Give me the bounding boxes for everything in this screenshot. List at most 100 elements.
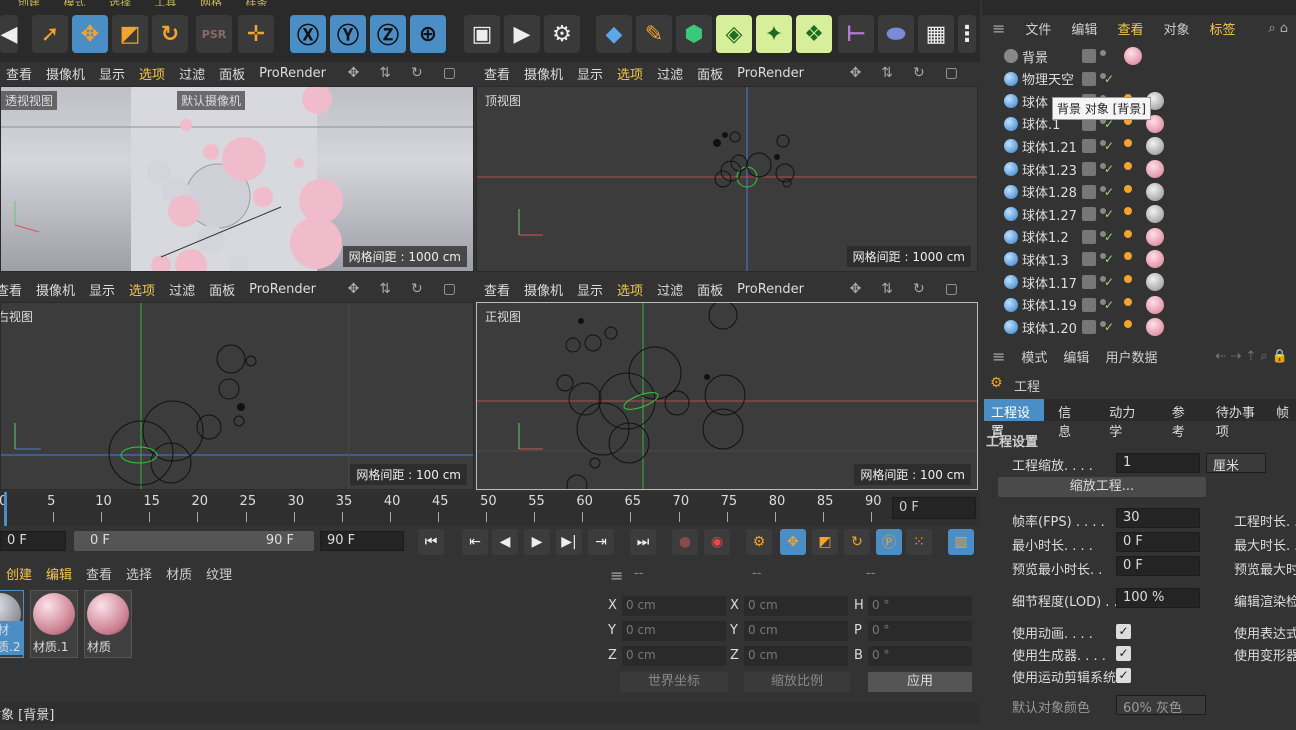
material-tag-icon[interactable] [1146, 250, 1164, 269]
vp-menu-panel[interactable]: 面板 [697, 280, 723, 299]
vp-menu-view[interactable]: 查看 [484, 64, 510, 83]
generator-icon[interactable]: ✦ [756, 15, 792, 53]
enabled-check-icon[interactable]: ✓ [1104, 162, 1114, 176]
tab-dynamics[interactable]: 动力学 [1095, 399, 1158, 440]
object-row[interactable]: 物理天空 ✓ [982, 68, 1296, 90]
zoom-icon[interactable]: ⇅ [379, 65, 391, 81]
viewport-perspective[interactable]: 透视视图 默认摄像机 网格间距 : 1000 cm [0, 86, 474, 272]
preview-min-field[interactable]: 0 F [1116, 556, 1200, 576]
vp-menu-prorender[interactable]: ProRender [737, 66, 804, 81]
mat-menu-create[interactable]: 创建 [6, 564, 32, 583]
vp-menu-view[interactable]: 查看 [6, 64, 32, 83]
menu-create[interactable]: 创建 [18, 0, 40, 6]
scale-project-button[interactable]: 缩放工程... [998, 477, 1206, 497]
coord-value-field[interactable]: 0 cm [622, 621, 726, 641]
vp-menu-prorender[interactable]: ProRender [737, 282, 804, 297]
hamburger-icon[interactable]: ≡ [992, 19, 1005, 38]
layer-icon[interactable] [1082, 252, 1096, 267]
prev-key-icon[interactable]: ⇤ [462, 529, 488, 555]
mat-menu-material[interactable]: 材质 [166, 564, 192, 583]
vp-menu-options[interactable]: 选项 [139, 64, 165, 83]
pan-icon[interactable]: ✥ [850, 281, 862, 297]
layer-icon[interactable] [1082, 229, 1096, 244]
key-position-icon[interactable]: ✥ [780, 529, 806, 555]
menu-select[interactable]: 选择 [109, 0, 131, 6]
goto-start-icon[interactable]: ⏮ [418, 529, 444, 555]
coord-value-field[interactable]: 0 ° [868, 596, 972, 616]
coord-value-field[interactable]: 0 cm [744, 621, 848, 641]
vp-menu-panel[interactable]: 面板 [697, 64, 723, 83]
layer-icon[interactable] [1082, 71, 1096, 86]
min-time-field[interactable]: 0 F [1116, 532, 1200, 552]
layer-icon[interactable] [1082, 207, 1096, 222]
floor-icon[interactable]: ▦ [918, 15, 954, 53]
key-pla-icon[interactable]: ⁙ [906, 529, 932, 555]
maximize-icon[interactable]: ▢ [443, 65, 456, 81]
undo-icon[interactable]: ◀ [0, 15, 18, 53]
om-menu-file[interactable]: 文件 [1025, 19, 1051, 38]
coord-value-field[interactable]: 0 cm [744, 596, 848, 616]
object-row[interactable]: 球体1.20 ✓ [982, 316, 1296, 338]
x-axis-icon[interactable]: Ⓧ [290, 15, 326, 53]
scale-tool-icon[interactable]: ◩ [112, 15, 148, 53]
orbit-icon[interactable]: ↻ [913, 65, 925, 81]
cloner-icon[interactable]: ◈ [716, 15, 752, 53]
enabled-check-icon[interactable]: ✓ [1104, 275, 1114, 289]
layer-icon[interactable] [1082, 49, 1096, 63]
vp-menu-camera[interactable]: 摄像机 [46, 64, 85, 83]
use-animation-checkbox[interactable]: ✓ [1116, 624, 1131, 639]
nav-arrows-icon[interactable]: ⇠ ⇢ ⇡ ⌕ 🔒 [1215, 349, 1296, 364]
phong-tag-icon[interactable] [1124, 297, 1132, 306]
fps-field[interactable]: 30 [1116, 508, 1200, 528]
material-tag-icon[interactable] [1124, 47, 1142, 65]
tab-project-settings[interactable]: 工程设置 [984, 399, 1045, 440]
coord-value-field[interactable]: 0 cm [744, 646, 848, 666]
current-frame-field[interactable]: 0 F [892, 497, 976, 519]
object-row[interactable]: 背景 [982, 45, 1296, 67]
vp-menu-prorender[interactable]: ProRender [249, 282, 316, 297]
phong-tag-icon[interactable] [1124, 184, 1132, 193]
coord-value-field[interactable]: 0 ° [868, 646, 972, 666]
om-menu-edit[interactable]: 编辑 [1071, 19, 1097, 38]
default-color-dropdown[interactable]: 60% 灰色 [1116, 695, 1206, 716]
am-menu-mode[interactable]: 模式 [1021, 347, 1047, 366]
psr-icon[interactable]: PSR [196, 15, 232, 53]
menu-spline[interactable]: 样条 [246, 0, 268, 6]
lod-field[interactable]: 100 % [1116, 588, 1200, 608]
menu-mode[interactable]: 模式 [64, 0, 86, 6]
layer-icon[interactable] [1082, 275, 1096, 289]
mat-menu-select[interactable]: 选择 [126, 564, 152, 583]
timeline-window-icon[interactable]: ▥ [948, 529, 974, 555]
material-tag-icon[interactable] [1146, 295, 1164, 314]
vp-menu-display[interactable]: 显示 [577, 64, 603, 83]
tab-reference[interactable]: 参考 [1158, 399, 1209, 440]
material-swatch[interactable]: 材质 [84, 590, 132, 658]
layer-icon[interactable] [1082, 297, 1096, 312]
tab-frame[interactable]: 帧 [1269, 399, 1296, 421]
material-tag-icon[interactable] [1146, 137, 1164, 156]
vp-menu-display[interactable]: 显示 [89, 280, 115, 299]
next-key-icon[interactable]: ⇥ [588, 529, 614, 555]
phong-tag-icon[interactable] [1124, 320, 1132, 329]
record-icon[interactable]: ● [672, 529, 698, 555]
enabled-check-icon[interactable]: ✓ [1104, 320, 1114, 334]
layer-icon[interactable] [1082, 162, 1096, 176]
z-axis-icon[interactable]: Ⓩ [370, 15, 406, 53]
layer-icon[interactable] [1082, 184, 1096, 199]
key-scale-icon[interactable]: ◩ [812, 529, 838, 555]
vp-menu-filter[interactable]: 过滤 [169, 280, 195, 299]
object-row[interactable]: 球体1.21 ✓ [982, 135, 1296, 157]
render-view-icon[interactable]: ▣ [464, 15, 500, 53]
vp-menu-display[interactable]: 显示 [99, 64, 125, 83]
autokey-icon[interactable]: ◉ [704, 529, 730, 555]
playhead[interactable] [4, 492, 7, 526]
pan-icon[interactable]: ✥ [348, 281, 360, 297]
end-frame-field[interactable]: 90 F [320, 531, 404, 551]
menu-tools[interactable]: 工具 [155, 0, 177, 6]
phong-tag-icon[interactable] [1124, 207, 1132, 216]
coord-system-icon[interactable]: ⊕ [410, 15, 446, 53]
apply-button[interactable]: 应用 [868, 672, 972, 692]
viewport-right[interactable]: 右视图 网格间距 : 100 cm [0, 302, 474, 490]
layer-icon[interactable] [1082, 320, 1096, 335]
goto-end-icon[interactable]: ⏭ [630, 529, 656, 555]
